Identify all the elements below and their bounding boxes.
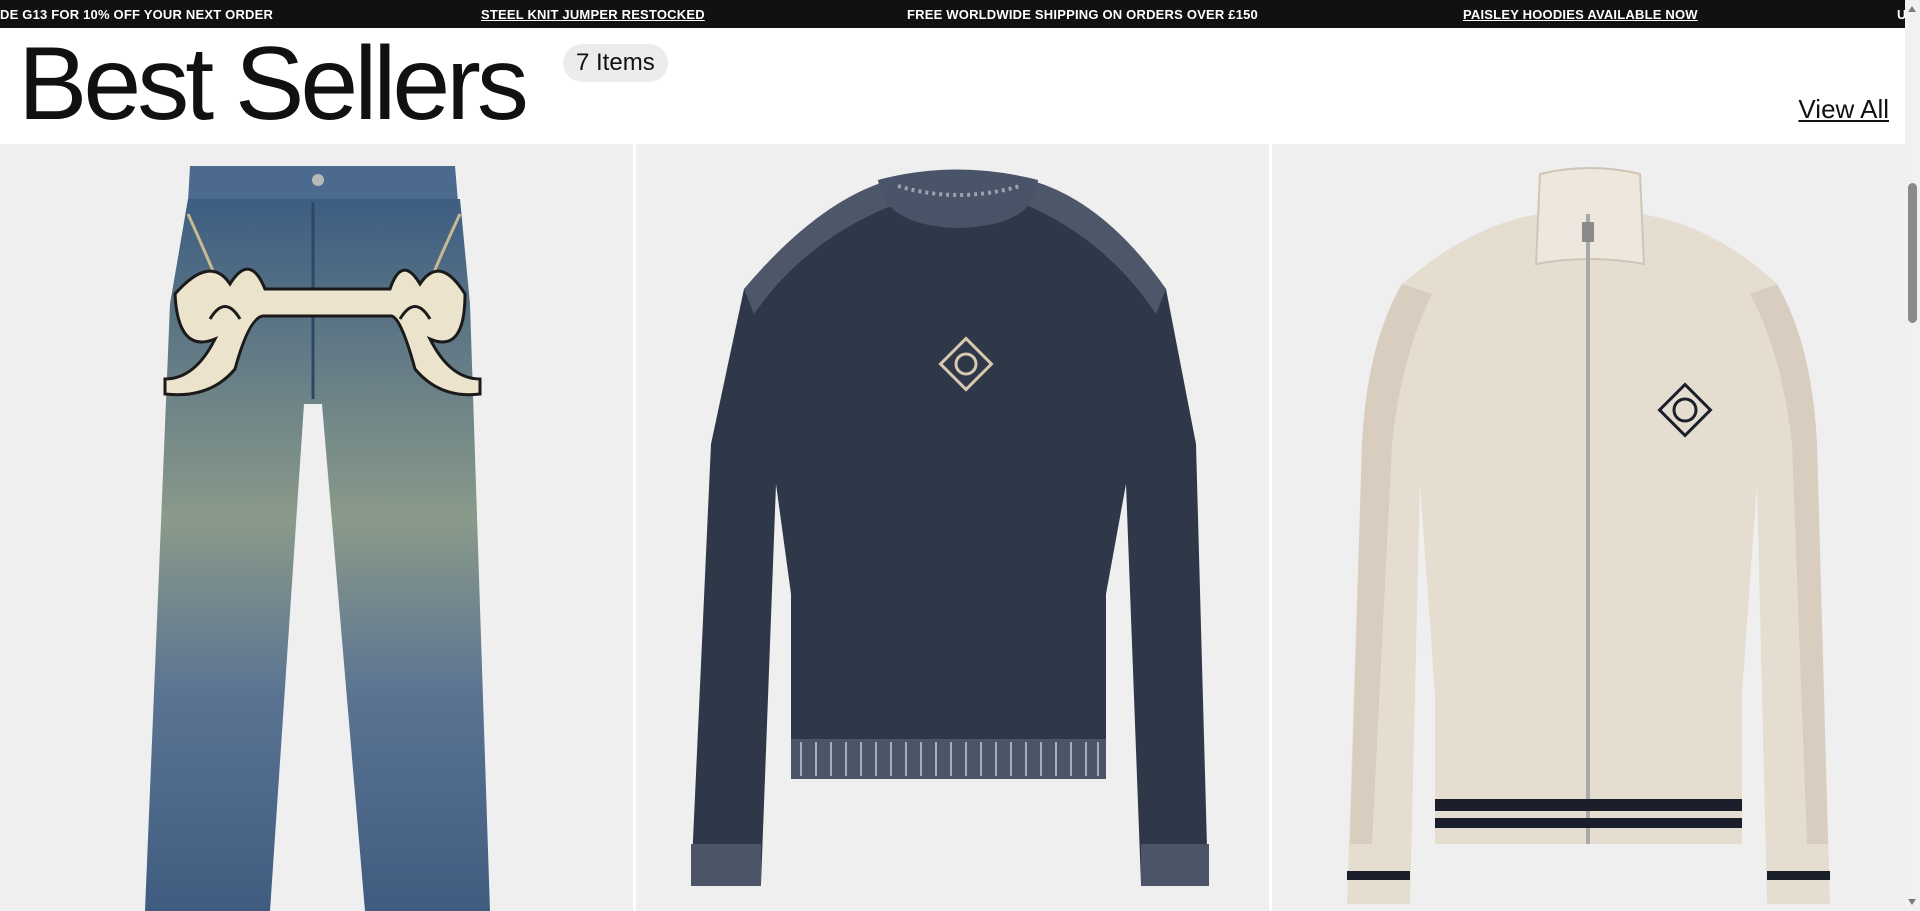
- scroll-thumb[interactable]: [1908, 183, 1917, 323]
- announcement-promo-code: DE G13 FOR 10% OFF YOUR NEXT ORDER: [0, 7, 274, 22]
- view-all-link[interactable]: View All: [1798, 94, 1889, 125]
- announcement-free-shipping: FREE WORLDWIDE SHIPPING ON ORDERS OVER £…: [907, 7, 1258, 22]
- announcement-bar: DE G13 FOR 10% OFF YOUR NEXT ORDER STEEL…: [0, 0, 1905, 28]
- track-jacket-image: [1347, 167, 1830, 904]
- denim-jeans-image: [145, 166, 490, 911]
- scroll-up-icon[interactable]: [1908, 6, 1916, 12]
- announcement-next: U: [1897, 7, 1905, 22]
- section-title: Best Sellers: [18, 26, 529, 142]
- product-card-knit-jumper[interactable]: [636, 144, 1269, 911]
- product-card-jeans[interactable]: [0, 144, 633, 911]
- knit-jumper-image: [691, 169, 1209, 886]
- announcement-link-steel-knit[interactable]: STEEL KNIT JUMPER RESTOCKED: [481, 7, 705, 22]
- item-count-badge: 7 Items: [563, 44, 668, 82]
- page-scrollbar[interactable]: [1905, 0, 1920, 911]
- scroll-down-icon[interactable]: [1908, 899, 1916, 905]
- product-grid: [0, 144, 1905, 911]
- announcement-link-paisley[interactable]: PAISLEY HOODIES AVAILABLE NOW: [1463, 7, 1698, 22]
- best-sellers-header: Best Sellers 7 Items View All: [0, 28, 1905, 144]
- product-card-track-jacket[interactable]: [1272, 144, 1905, 911]
